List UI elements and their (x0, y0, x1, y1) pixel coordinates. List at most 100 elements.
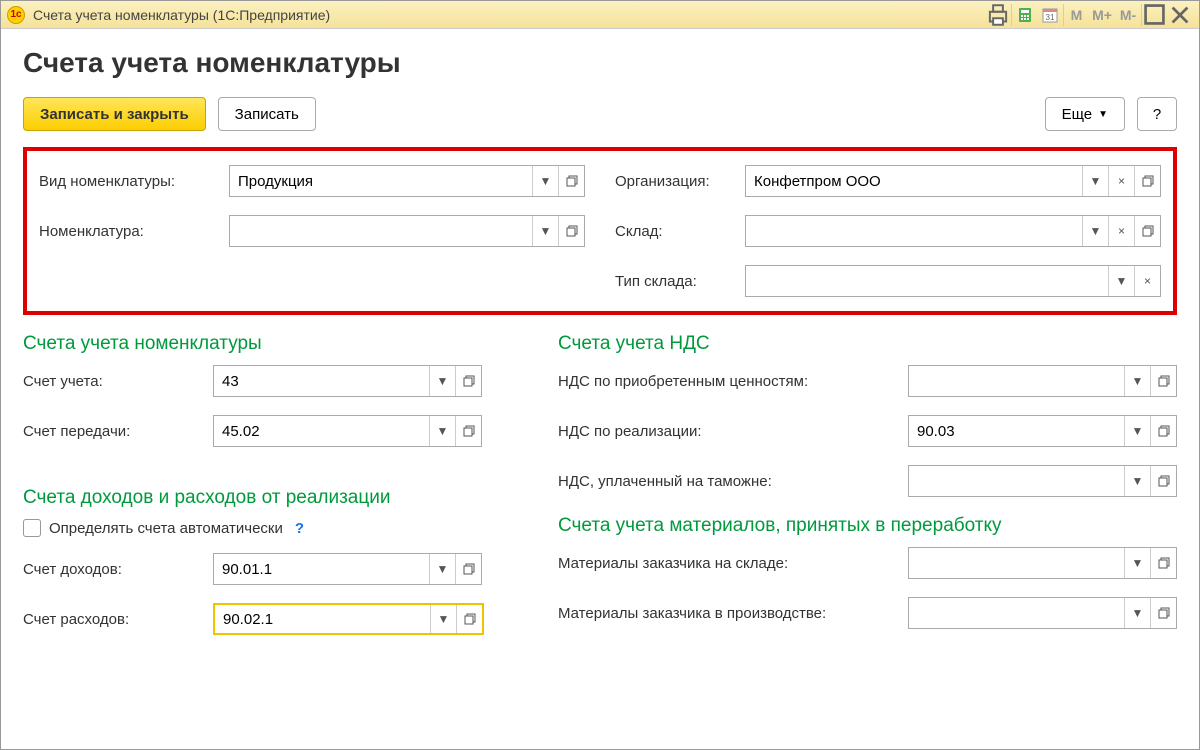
nomenclature-type-input[interactable] (230, 166, 532, 196)
highlighted-filters-area: Вид номенклатуры: ▼ Номенклатура: ▼ (23, 147, 1177, 315)
calculator-icon[interactable] (1011, 4, 1037, 26)
memory-m-plus-button[interactable]: M+ (1089, 4, 1115, 26)
vat-purchase-input[interactable] (909, 366, 1124, 396)
dropdown-icon[interactable]: ▼ (429, 554, 455, 584)
transfer-label: Счет передачи: (23, 423, 213, 440)
dropdown-icon[interactable]: ▼ (1108, 266, 1134, 296)
expense-field[interactable]: ▼ (213, 603, 484, 635)
titlebar-icons: 31 M M+ M- (985, 4, 1193, 26)
open-icon[interactable] (1150, 598, 1176, 628)
transfer-input[interactable] (214, 416, 429, 446)
account-label: Счет учета: (23, 373, 213, 390)
warehouse-type-field[interactable]: ▼ × (745, 265, 1161, 297)
open-icon[interactable] (1150, 548, 1176, 578)
dropdown-icon[interactable]: ▼ (1124, 466, 1150, 496)
open-icon[interactable] (558, 166, 584, 196)
income-field[interactable]: ▼ (213, 553, 482, 585)
vat-purchase-field[interactable]: ▼ (908, 365, 1177, 397)
vat-customs-label: НДС, уплаченный на таможне: (558, 473, 908, 490)
vat-sale-field[interactable]: ▼ (908, 415, 1177, 447)
content-area: Счета учета номенклатуры Записать и закр… (1, 29, 1199, 749)
warehouse-label: Склад: (615, 223, 745, 240)
save-button[interactable]: Записать (218, 97, 316, 131)
memory-m-button[interactable]: M (1063, 4, 1089, 26)
nomenclature-input[interactable] (230, 216, 532, 246)
help-button[interactable]: ? (1137, 97, 1177, 131)
dropdown-icon[interactable]: ▼ (1124, 598, 1150, 628)
open-icon[interactable] (558, 216, 584, 246)
dropdown-icon[interactable]: ▼ (1124, 416, 1150, 446)
dropdown-icon[interactable]: ▼ (429, 416, 455, 446)
income-label: Счет доходов: (23, 561, 213, 578)
window-title: Счета учета номенклатуры (1С:Предприятие… (33, 7, 985, 23)
warehouse-input[interactable] (746, 216, 1082, 246)
materials-in-prod-input[interactable] (909, 598, 1124, 628)
org-label: Организация: (615, 173, 745, 190)
warehouse-type-input[interactable] (746, 266, 1108, 296)
materials-on-stock-field[interactable]: ▼ (908, 547, 1177, 579)
org-input[interactable] (746, 166, 1082, 196)
expense-input[interactable] (215, 605, 430, 633)
open-icon[interactable] (1150, 466, 1176, 496)
account-field[interactable]: ▼ (213, 365, 482, 397)
nomenclature-label: Номенклатура: (39, 223, 229, 240)
auto-accounts-label: Определять счета автоматически (49, 520, 283, 537)
materials-in-prod-field[interactable]: ▼ (908, 597, 1177, 629)
transfer-field[interactable]: ▼ (213, 415, 482, 447)
dropdown-icon[interactable]: ▼ (532, 216, 558, 246)
account-input[interactable] (214, 366, 429, 396)
nomenclature-type-label: Вид номенклатуры: (39, 173, 229, 190)
dropdown-icon[interactable]: ▼ (1124, 366, 1150, 396)
open-icon[interactable] (455, 416, 481, 446)
income-input[interactable] (214, 554, 429, 584)
vat-sale-input[interactable] (909, 416, 1124, 446)
svg-text:31: 31 (1046, 13, 1055, 22)
vat-customs-input[interactable] (909, 466, 1124, 496)
memory-m-minus-button[interactable]: M- (1115, 4, 1141, 26)
open-icon[interactable] (455, 554, 481, 584)
vat-section-title: Счета учета НДС (558, 333, 1177, 355)
maximize-icon[interactable] (1141, 4, 1167, 26)
org-field[interactable]: ▼ × (745, 165, 1161, 197)
calendar-icon[interactable]: 31 (1037, 4, 1063, 26)
dropdown-icon[interactable]: ▼ (1082, 166, 1108, 196)
accounts-section-title: Счета учета номенклатуры (23, 333, 528, 355)
help-icon[interactable]: ? (295, 520, 304, 537)
more-button[interactable]: Еще ▼ (1045, 97, 1125, 131)
open-icon[interactable] (455, 366, 481, 396)
dropdown-icon[interactable]: ▼ (532, 166, 558, 196)
dropdown-icon[interactable]: ▼ (430, 605, 456, 633)
dropdown-icon[interactable]: ▼ (429, 366, 455, 396)
clear-icon[interactable]: × (1134, 266, 1160, 296)
dropdown-icon[interactable]: ▼ (1082, 216, 1108, 246)
nomenclature-field[interactable]: ▼ (229, 215, 585, 247)
print-icon[interactable] (985, 4, 1011, 26)
page-title: Счета учета номенклатуры (23, 47, 1177, 79)
vat-sale-label: НДС по реализации: (558, 423, 908, 440)
vat-customs-field[interactable]: ▼ (908, 465, 1177, 497)
dropdown-icon[interactable]: ▼ (1124, 548, 1150, 578)
chevron-down-icon: ▼ (1098, 109, 1108, 120)
clear-icon[interactable]: × (1108, 216, 1134, 246)
open-icon[interactable] (1134, 216, 1160, 246)
app-window: 1c Счета учета номенклатуры (1С:Предприя… (0, 0, 1200, 750)
income-section-title: Счета доходов и расходов от реализации (23, 487, 528, 509)
expense-label: Счет расходов: (23, 611, 213, 628)
titlebar: 1c Счета учета номенклатуры (1С:Предприя… (1, 1, 1199, 29)
save-and-close-button[interactable]: Записать и закрыть (23, 97, 206, 131)
nomenclature-type-field[interactable]: ▼ (229, 165, 585, 197)
clear-icon[interactable]: × (1108, 166, 1134, 196)
main-toolbar: Записать и закрыть Записать Еще ▼ ? (23, 97, 1177, 131)
auto-accounts-checkbox[interactable] (23, 519, 41, 537)
open-icon[interactable] (1150, 416, 1176, 446)
open-icon[interactable] (1150, 366, 1176, 396)
more-button-label: Еще (1062, 106, 1093, 123)
open-icon[interactable] (1134, 166, 1160, 196)
warehouse-field[interactable]: ▼ × (745, 215, 1161, 247)
close-icon[interactable] (1167, 4, 1193, 26)
materials-in-prod-label: Материалы заказчика в производстве: (558, 605, 908, 622)
vat-purchase-label: НДС по приобретенным ценностям: (558, 373, 908, 390)
materials-on-stock-input[interactable] (909, 548, 1124, 578)
materials-section-title: Счета учета материалов, принятых в перер… (558, 515, 1177, 537)
open-icon[interactable] (456, 605, 482, 633)
